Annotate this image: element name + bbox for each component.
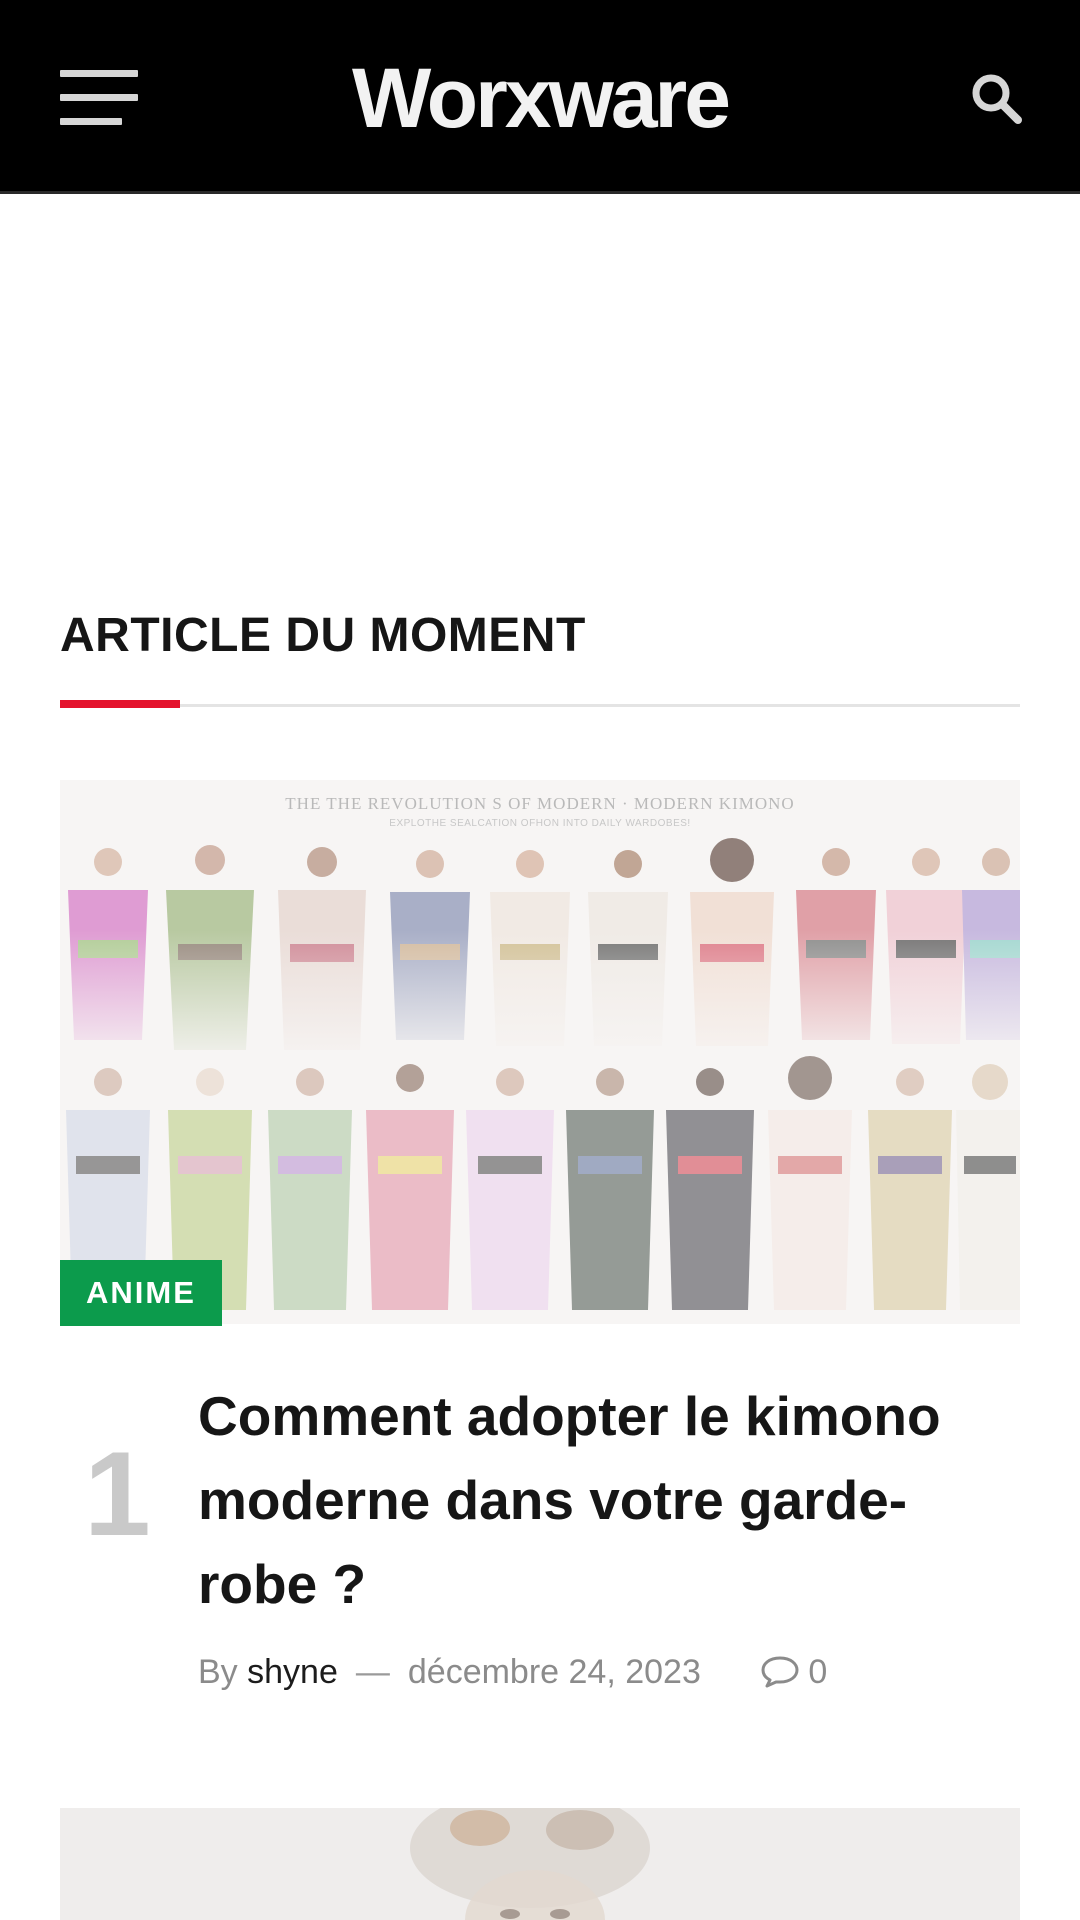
author-link[interactable]: shyne [247, 1653, 338, 1691]
site-logo[interactable]: Worxware [0, 48, 1080, 148]
category-badge[interactable]: ANIME [60, 1260, 222, 1326]
top-navigation-bar: Worxware [0, 0, 1080, 194]
kimono-illustration [60, 838, 1020, 1310]
meta-separator: — [355, 1653, 390, 1691]
article-rank-number: 1 [84, 1427, 151, 1561]
section-accent-bar [60, 700, 180, 708]
article-meta: By shyne — décembre 24, 2023 0 [198, 1648, 827, 1696]
article-title[interactable]: Comment adopter le kimono moderne dans v… [198, 1374, 1018, 1626]
next-article-image[interactable] [60, 1808, 1020, 1920]
comment-count: 0 [808, 1653, 828, 1691]
publish-date: décembre 24, 2023 [407, 1653, 701, 1691]
section-title: ARTICLE DU MOMENT [60, 609, 586, 662]
by-label: By [198, 1653, 238, 1691]
section-divider [60, 704, 1020, 707]
featured-article-image[interactable]: THE THE REVOLUTION S OF MODERN · MODERN … [60, 780, 1020, 1324]
comment-bubble-icon [761, 1656, 799, 1688]
next-article-illustration [410, 1808, 650, 1920]
comments-link[interactable]: 0 [760, 1653, 827, 1691]
search-icon[interactable] [968, 70, 1024, 126]
